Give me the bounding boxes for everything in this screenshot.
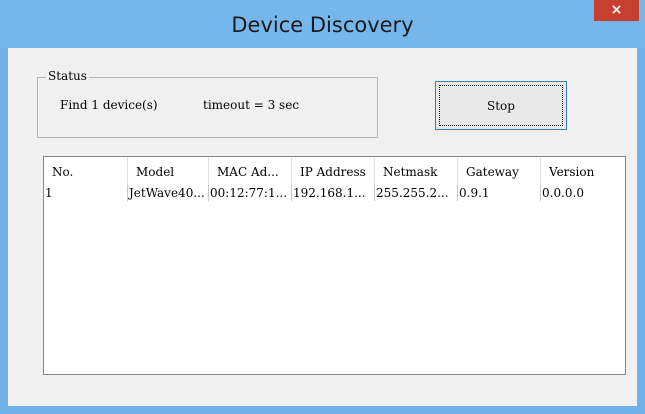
close-icon: × <box>610 2 623 18</box>
close-button[interactable]: × <box>594 0 639 21</box>
window-title: Device Discovery <box>231 13 414 37</box>
cell-ip-address: 192.168.1... <box>292 185 375 201</box>
column-header-row: No. Model MAC Ad... IP Address Netmask G… <box>44 157 625 185</box>
status-group-label: Status <box>46 69 89 83</box>
cell-no: 1 <box>44 185 128 201</box>
dialog-body: Status Find 1 device(s) timeout = 3 sec … <box>8 48 637 406</box>
cell-gateway: 0.9.1 <box>458 185 541 201</box>
cell-mac-address: 00:12:77:1... <box>209 185 292 201</box>
column-header-ip-address[interactable]: IP Address <box>292 157 375 185</box>
status-group: Status Find 1 device(s) timeout = 3 sec <box>37 69 378 138</box>
title-bar[interactable]: Device Discovery × <box>0 0 645 48</box>
cell-netmask: 255.255.2... <box>375 185 458 201</box>
column-header-no[interactable]: No. <box>44 157 128 185</box>
column-header-version[interactable]: Version <box>541 157 625 185</box>
cell-model: JetWave40... <box>128 185 209 201</box>
cell-version: 0.0.0.0 <box>542 186 584 200</box>
stop-button-label: Stop <box>487 99 515 113</box>
timeout-text: timeout = 3 sec <box>203 98 300 112</box>
device-list[interactable]: No. Model MAC Ad... IP Address Netmask G… <box>43 156 626 375</box>
stop-button[interactable]: Stop <box>435 81 567 130</box>
column-header-mac-address[interactable]: MAC Ad... <box>209 157 292 185</box>
table-row[interactable]: 1 JetWave40... 00:12:77:1... 192.168.1..… <box>44 185 625 201</box>
device-count-text: Find 1 device(s) <box>60 98 158 112</box>
device-discovery-window: Device Discovery × Status Find 1 device(… <box>0 0 645 414</box>
column-header-netmask[interactable]: Netmask <box>375 157 458 185</box>
column-header-model[interactable]: Model <box>128 157 209 185</box>
column-header-gateway[interactable]: Gateway <box>458 157 541 185</box>
